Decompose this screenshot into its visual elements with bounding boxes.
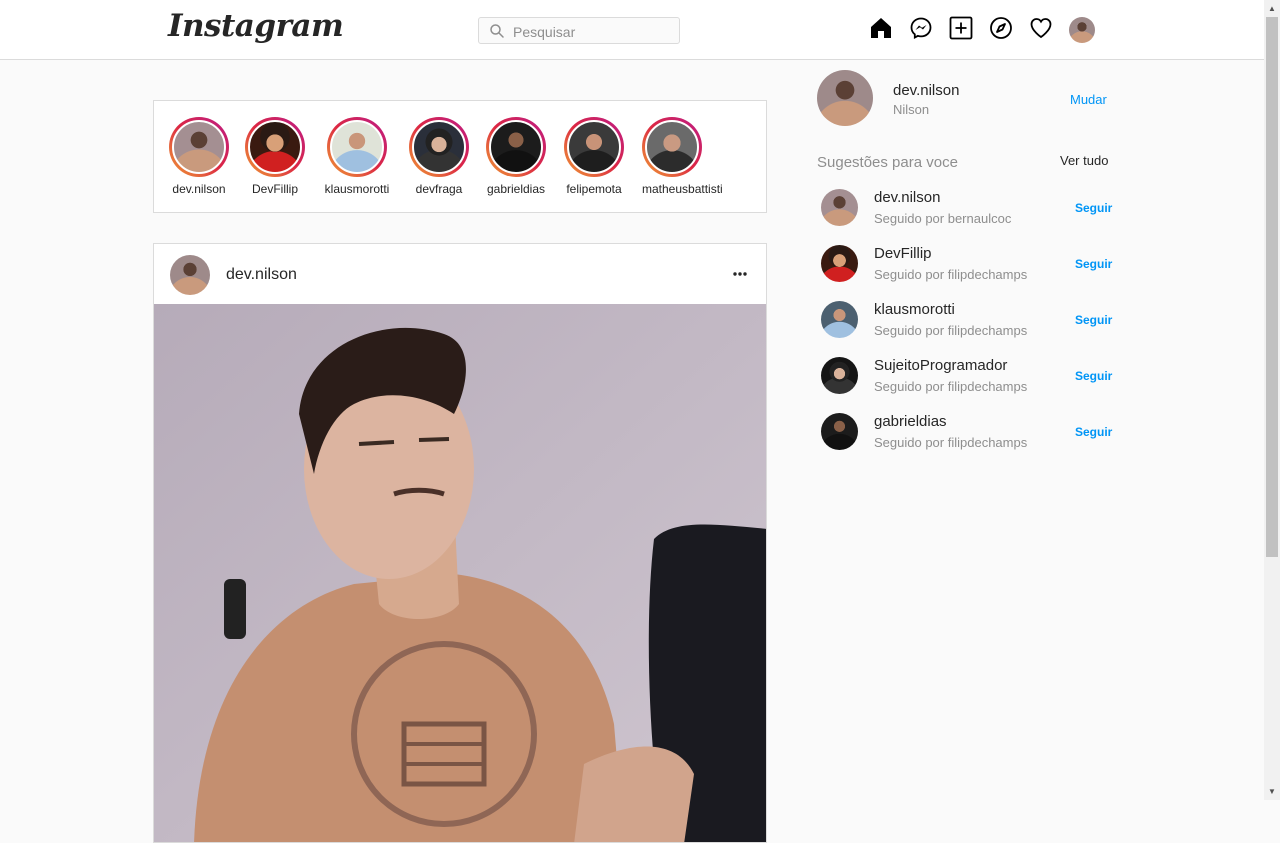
story-ring [409, 117, 469, 177]
story-item[interactable]: gabrieldias [476, 117, 556, 196]
scroll-up-arrow-icon[interactable]: ▲ [1264, 0, 1280, 17]
home-icon[interactable] [869, 16, 893, 40]
suggestion-followed-by: Seguido por filipdechamps [874, 435, 1028, 450]
explore-compass-icon[interactable] [989, 16, 1013, 40]
post-author-username[interactable]: dev.nilson [226, 266, 297, 284]
see-all-link[interactable]: Ver tudo [1060, 153, 1108, 168]
story-ring [642, 117, 702, 177]
story-username: felipemota [566, 182, 622, 196]
post-header: dev.nilson [154, 244, 766, 304]
suggestion-username[interactable]: SujeitoProgramador [874, 357, 1007, 374]
story-username: klausmorotti [324, 182, 390, 196]
avatar [172, 120, 226, 174]
suggestion-followed-by: Seguido por bernaulcoc [874, 211, 1012, 226]
story-item[interactable]: dev.nilson [159, 117, 239, 196]
story-ring [486, 117, 546, 177]
more-horizontal-icon[interactable] [730, 264, 750, 284]
avatar [645, 120, 699, 174]
current-user-name: Nilson [893, 102, 930, 117]
story-username: dev.nilson [172, 182, 226, 196]
vertical-scrollbar[interactable]: ▲ ▼ [1264, 0, 1280, 800]
story-ring [245, 117, 305, 177]
avatar [412, 120, 466, 174]
avatar [330, 120, 384, 174]
suggestion-username[interactable]: gabrieldias [874, 413, 947, 430]
suggestion-username[interactable]: klausmorotti [874, 301, 955, 318]
current-user-avatar[interactable] [817, 70, 873, 126]
story-ring [564, 117, 624, 177]
follow-button[interactable]: Seguir [1075, 313, 1112, 327]
suggestion-username[interactable]: DevFillip [874, 245, 932, 262]
profile-avatar[interactable] [1069, 17, 1095, 43]
search-input[interactable] [511, 21, 675, 42]
feed-post: dev.nilson [153, 243, 767, 843]
story-item[interactable]: matheusbattisti [631, 117, 737, 196]
search-box[interactable] [478, 17, 680, 44]
heart-icon[interactable] [1029, 16, 1053, 40]
post-author-avatar[interactable] [170, 255, 210, 295]
story-username: devfraga [415, 182, 463, 196]
story-username: DevFillip [251, 182, 298, 196]
follow-button[interactable]: Seguir [1075, 369, 1112, 383]
suggestion-followed-by: Seguido por filipdechamps [874, 323, 1028, 338]
suggestion-item: klausmorotti Seguido por filipdechamps S… [821, 301, 1112, 351]
suggestion-item: gabrieldias Seguido por filipdechamps Se… [821, 413, 1112, 463]
suggestions-title: Sugestões para voce [817, 154, 958, 171]
story-username: gabrieldias [486, 182, 546, 196]
story-item[interactable]: felipemota [554, 117, 634, 196]
scrollbar-thumb[interactable] [1266, 17, 1278, 557]
search-icon [490, 24, 504, 38]
current-user-username[interactable]: dev.nilson [893, 82, 959, 99]
avatar[interactable] [821, 245, 858, 282]
messenger-icon[interactable] [909, 16, 933, 40]
instagram-logo[interactable]: Instagram [168, 8, 344, 44]
stories-tray: dev.nilson DevFillip klausmorotti devfra… [153, 100, 767, 213]
suggestion-followed-by: Seguido por filipdechamps [874, 267, 1028, 282]
top-navigation-bar: Instagram [0, 0, 1264, 60]
story-item[interactable]: devfraga [399, 117, 479, 196]
follow-button[interactable]: Seguir [1075, 425, 1112, 439]
avatar [567, 120, 621, 174]
story-username: matheusbattisti [642, 182, 723, 196]
story-ring [327, 117, 387, 177]
suggestion-username[interactable]: dev.nilson [874, 189, 940, 206]
avatar [248, 120, 302, 174]
post-photo[interactable] [154, 304, 767, 843]
suggestion-item: dev.nilson Seguido por bernaulcoc Seguir [821, 189, 1112, 239]
follow-button[interactable]: Seguir [1075, 201, 1112, 215]
avatar[interactable] [821, 413, 858, 450]
avatar[interactable] [821, 357, 858, 394]
story-item[interactable]: DevFillip [235, 117, 315, 196]
avatar [489, 120, 543, 174]
switch-account-link[interactable]: Mudar [1070, 92, 1107, 107]
avatar[interactable] [821, 189, 858, 226]
suggestion-item: DevFillip Seguido por filipdechamps Segu… [821, 245, 1112, 295]
scroll-down-arrow-icon[interactable]: ▼ [1264, 783, 1280, 800]
avatar[interactable] [821, 301, 858, 338]
suggestion-followed-by: Seguido por filipdechamps [874, 379, 1028, 394]
story-ring [169, 117, 229, 177]
suggestion-item: SujeitoProgramador Seguido por filipdech… [821, 357, 1112, 407]
story-item[interactable]: klausmorotti [317, 117, 397, 196]
new-post-icon[interactable] [949, 16, 973, 40]
follow-button[interactable]: Seguir [1075, 257, 1112, 271]
